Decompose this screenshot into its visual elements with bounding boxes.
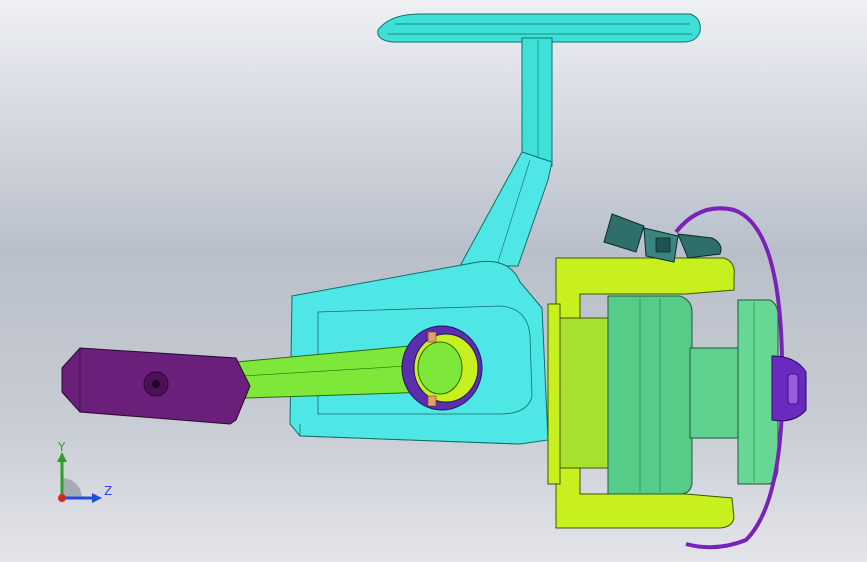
spool-icon[interactable] xyxy=(607,295,779,495)
gear-hub-icon xyxy=(401,325,483,411)
graphics-viewport[interactable]: Y Z xyxy=(0,0,867,562)
crank-knob-icon[interactable] xyxy=(61,347,251,425)
axis-z-label: Z xyxy=(104,484,113,498)
line-roller-icon[interactable] xyxy=(603,213,722,263)
axis-triad[interactable]: Y Z xyxy=(48,440,120,508)
fishing-reel-model[interactable] xyxy=(0,0,867,562)
axis-y-label: Y xyxy=(58,440,66,454)
reel-stem-icon[interactable] xyxy=(459,37,553,267)
